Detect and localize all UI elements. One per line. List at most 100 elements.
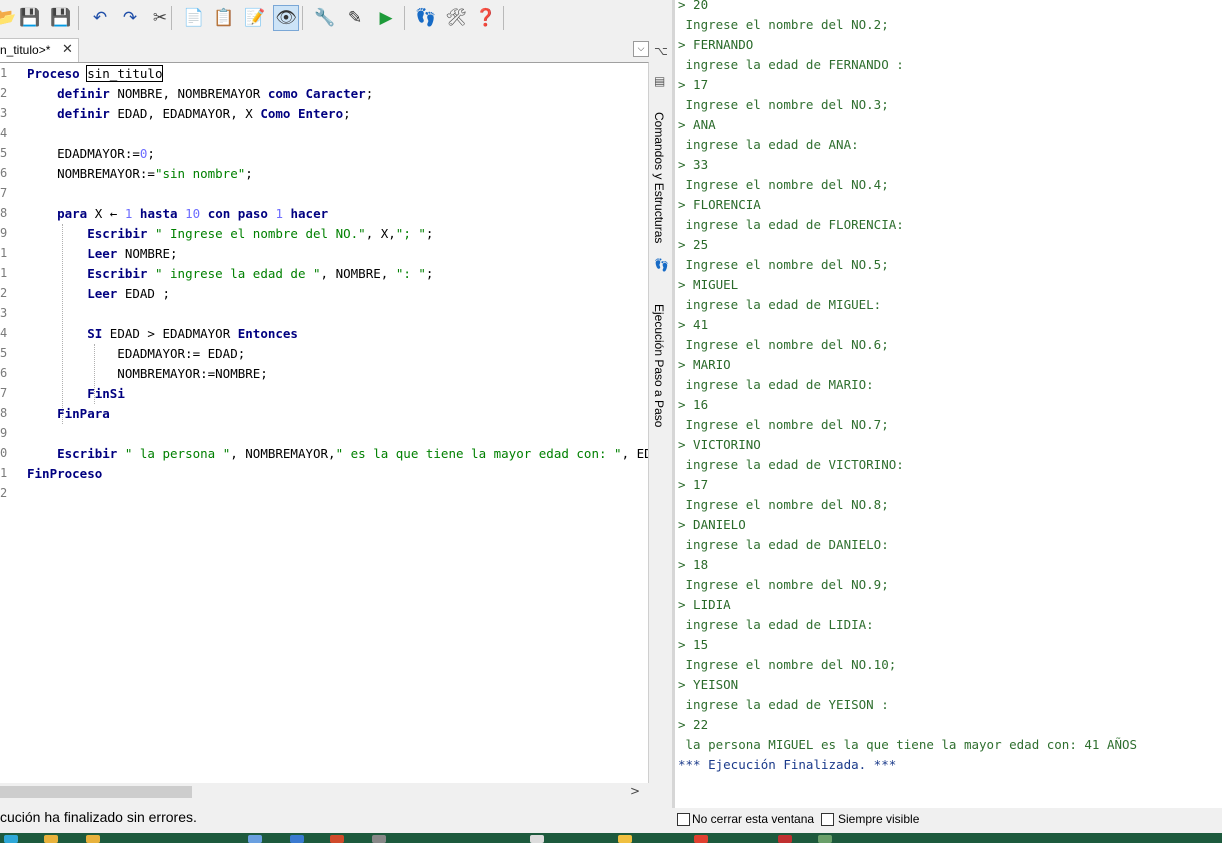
open-icon[interactable]: 📂 [0,6,18,30]
taskbar-app-icon[interactable] [86,835,100,843]
toolbar-separator [302,6,303,30]
console-line: ingrese la edad de ANA: [678,137,859,152]
line-number: 1 [0,466,8,480]
run-icon[interactable]: ▶ [374,6,398,30]
side-panel: ⌥ ▤ Comandos y Estructuras 👣 Ejecución P… [650,38,672,798]
structures-icon[interactable]: ▤ [654,74,665,88]
code-line[interactable]: Leer NOMBRE; [27,246,177,261]
console-line: > LIDIA [678,597,731,612]
taskbar-app-icon[interactable] [618,835,632,843]
taskbar-app-icon[interactable] [778,835,792,843]
tools-icon[interactable]: 🔧 [313,6,337,30]
console-line: Ingrese el nombre del NO.4; [678,177,889,192]
line-number: 9 [0,226,8,240]
code-editor[interactable]: 1 Proceso sin_titulo 2 definir NOMBRE, NOM… [0,62,649,783]
console-line: Ingrese el nombre del NO.10; [678,657,897,672]
paste-icon[interactable]: 📋 [212,6,236,30]
console-line: ingrese la edad de FERNANDO : [678,57,904,72]
console-line: > FERNANDO [678,37,754,52]
view-flowchart-icon[interactable]: 👁 [273,5,299,31]
cut-icon[interactable]: ✂ [148,6,172,30]
code-line[interactable]: NOMBREMAYOR:="sin nombre"; [27,166,253,181]
code-line[interactable]: Leer EDAD ; [27,286,170,301]
code-line[interactable]: EDADMAYOR:= EDAD; [27,346,245,361]
code-line[interactable]: Proceso sin_titulo [27,65,164,82]
step-execution-tab[interactable]: Ejecución Paso a Paso [652,304,666,427]
line-number: 8 [0,406,8,420]
status-message: cución ha finalizado sin errores. [0,809,197,825]
code-line[interactable]: definir EDAD, EDADMAYOR, X Como Entero; [27,106,351,121]
always-visible-checkbox[interactable] [821,813,834,826]
pen-icon[interactable]: ✎ [343,6,367,30]
undo-icon[interactable]: ↶ [88,6,112,30]
footsteps-icon[interactable]: 👣 [654,258,669,272]
console-line: > 17 [678,477,709,492]
help-icon[interactable]: ❓ [474,6,498,30]
save-as-icon[interactable]: 💾 [49,6,73,30]
taskbar-app-icon[interactable] [290,835,304,843]
line-number: 4 [0,126,8,140]
console-line: > 33 [678,157,709,172]
commands-icon[interactable]: ⌥ [654,44,668,58]
close-icon[interactable]: ✕ [62,41,73,57]
tab-label: n_titulo>* [0,43,51,57]
console-line: > 18 [678,557,709,572]
console-options: No cerrar esta ventana Siempre visible [672,808,1222,833]
debug-icon[interactable]: 🛠 [444,6,468,30]
taskbar-app-icon[interactable] [372,835,386,843]
console-line: > 16 [678,397,709,412]
copy-icon[interactable]: 📄 [182,6,206,30]
horizontal-scrollbar[interactable]: > [0,783,648,801]
line-number: 2 [0,86,8,100]
edit-flowchart-icon[interactable]: 📝 [243,6,267,30]
toolbar: 📂 💾 💾 ↶ ↷ ✂ 📄 📋 📝 👁 🔧 ✎ ▶ 👣 🛠 ❓ [0,0,650,38]
console-line: > 17 [678,77,709,92]
line-number: 0 [0,446,8,460]
code-line[interactable]: FinPara [27,406,110,421]
tab-sin-titulo[interactable]: n_titulo>* ✕ [0,38,79,62]
code-line[interactable]: definir NOMBRE, NOMBREMAYOR como Caracte… [27,86,373,101]
taskbar-app-icon[interactable] [248,835,262,843]
line-number: 3 [0,106,8,120]
console-line: *** Ejecución Finalizada. *** [678,757,897,772]
scrollbar-thumb[interactable] [0,786,192,798]
console-line: > 25 [678,237,709,252]
line-number: 7 [0,386,8,400]
console-line: > MIGUEL [678,277,739,292]
line-number: 8 [0,206,8,220]
save-icon[interactable]: 💾 [18,6,42,30]
chevron-right-icon[interactable]: > [630,784,640,798]
console-line: Ingrese el nombre del NO.7; [678,417,889,432]
console-line: ingrese la edad de MARIO: [678,377,874,392]
editor-window: 📂 💾 💾 ↶ ↷ ✂ 📄 📋 📝 👁 🔧 ✎ ▶ 👣 🛠 ❓ n_titulo>* ✕ ⌵ 1 Proceso… [0,0,672,833]
console-line: > ANA [678,117,716,132]
redo-icon[interactable]: ↷ [118,6,142,30]
console-line: > FLORENCIA [678,197,761,212]
code-line[interactable]: Escribir " Ingrese el nombre del NO.", X… [27,226,433,241]
taskbar-app-icon[interactable] [694,835,708,843]
console-line: Ingrese el nombre del NO.3; [678,97,889,112]
taskbar-app-icon[interactable] [530,835,544,843]
taskbar-app-icon[interactable] [818,835,832,843]
console-line: la persona MIGUEL es la que tiene la may… [678,737,1138,752]
step-icon[interactable]: 👣 [414,6,438,30]
taskbar-app-icon[interactable] [330,835,344,843]
code-line[interactable]: SI EDAD > EDADMAYOR Entonces [27,326,298,341]
line-number: 3 [0,306,8,320]
code-line[interactable]: NOMBREMAYOR:=NOMBRE; [27,366,268,381]
code-line[interactable]: para X ← 1 hasta 10 con paso 1 hacer [27,206,328,221]
no-close-checkbox[interactable] [677,813,690,826]
console-line: Ingrese el nombre del NO.5; [678,257,889,272]
code-line[interactable]: Escribir " la persona ", NOMBREMAYOR," e… [27,446,648,461]
code-line[interactable]: EDADMAYOR:=0; [27,146,155,161]
line-number: 5 [0,146,8,160]
commands-panel-tab[interactable]: Comandos y Estructuras [652,112,666,243]
line-number: 6 [0,166,8,180]
console-line: ingrese la edad de LIDIA: [678,617,874,632]
chevron-down-icon[interactable]: ⌵ [633,41,649,57]
code-line[interactable]: FinProceso [27,466,102,481]
taskbar-app-icon[interactable] [44,835,58,843]
taskbar-app-icon[interactable] [4,835,18,843]
code-line[interactable]: Escribir " ingrese la edad de ", NOMBRE,… [27,266,433,281]
code-line[interactable]: FinSi [27,386,125,401]
